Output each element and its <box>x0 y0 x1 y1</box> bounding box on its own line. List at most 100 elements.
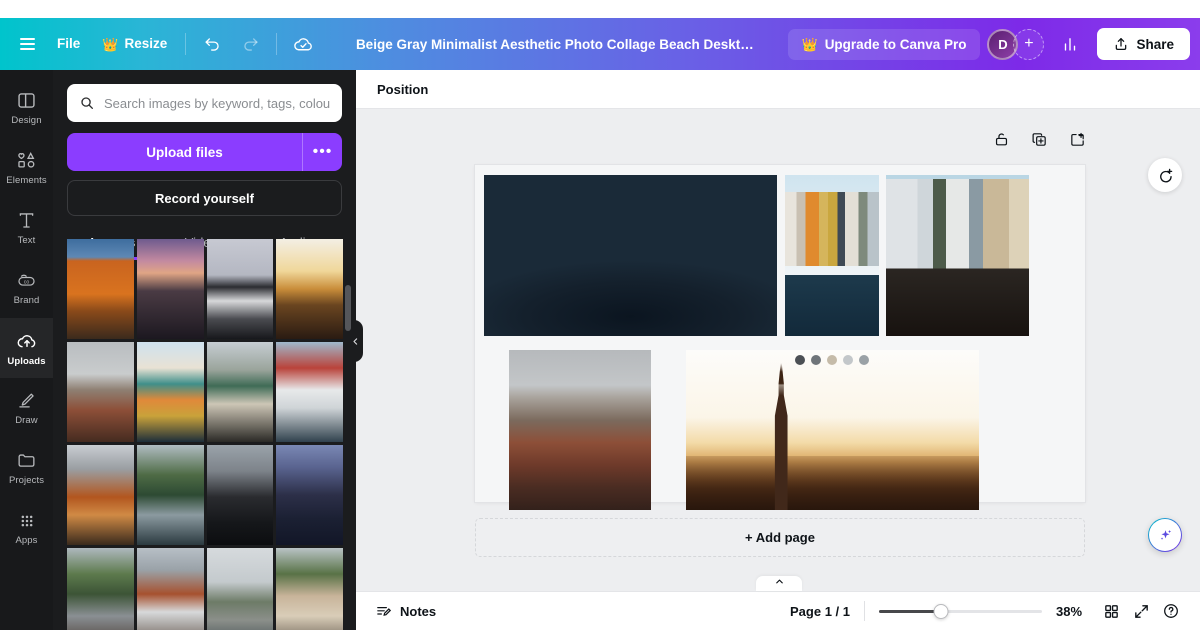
undo-button[interactable] <box>195 27 229 61</box>
notes-button[interactable]: Notes <box>375 603 436 620</box>
upload-thumbnail-cafe-pastry-window[interactable] <box>67 445 134 545</box>
upload-thumbnail-green-spire-lamp-post[interactable] <box>206 342 274 442</box>
lock-icon[interactable] <box>990 128 1012 150</box>
collage-photo-christianshavn-canal[interactable] <box>785 175 879 336</box>
record-yourself-button[interactable]: Record yourself <box>67 180 342 216</box>
upload-thumbnail-dark-canal-houses[interactable] <box>206 445 274 545</box>
sidebar-item-label: Brand <box>13 295 40 306</box>
add-page-button[interactable]: + Add page <box>475 518 1085 557</box>
elements-shapes-icon <box>16 150 37 171</box>
redo-button[interactable] <box>233 27 267 61</box>
thumbnail-image <box>136 239 204 339</box>
share-button[interactable]: Share <box>1097 28 1190 60</box>
search-box[interactable] <box>67 84 342 122</box>
zoom-level-value[interactable]: 38% <box>1042 604 1096 619</box>
grid-view-icon <box>1104 604 1118 618</box>
apps-grid-icon <box>17 511 37 531</box>
upload-row: Upload files ••• <box>67 133 342 171</box>
canva-editor-window: File 👑 Resize Beige Gray Minimalist Aest… <box>0 0 1200 630</box>
file-menu-button[interactable]: File <box>46 30 91 58</box>
upload-thumbnail-orange-house-street[interactable] <box>67 239 134 339</box>
upload-thumbnail-grey-rooftop-panorama[interactable] <box>67 342 134 442</box>
sidebar-item-apps[interactable]: Apps <box>0 498 53 558</box>
palette-swatch-1 <box>795 355 805 365</box>
upload-thumbnail-golden-sunset-skyline[interactable] <box>276 239 343 339</box>
thumbnail-image <box>136 342 204 442</box>
sidebar-item-label: Apps <box>15 534 38 546</box>
sidebar-item-brand[interactable]: co Brand <box>0 258 53 318</box>
svg-text:co: co <box>24 279 30 285</box>
thumbnail-image <box>276 342 343 442</box>
add-page-icon[interactable] <box>1066 128 1088 150</box>
thumbnail-image <box>67 548 134 630</box>
fullscreen-button[interactable] <box>1126 596 1156 626</box>
resize-button[interactable]: 👑 Resize <box>91 30 178 58</box>
undo-arrow-icon <box>205 37 219 51</box>
bottom-status-bar: Notes Page 1 / 1 38% <box>356 591 1200 630</box>
toolbar-right-group: 👑 Upgrade to Canva Pro D + Share <box>787 27 1200 61</box>
upload-thumbnail-canal-boat-trees[interactable] <box>136 445 204 545</box>
upload-thumbnail-blue-hour-canal-reflect[interactable] <box>276 445 343 545</box>
share-upload-icon <box>1116 38 1127 50</box>
hamburger-menu-button[interactable] <box>10 27 44 61</box>
sidebar-item-projects[interactable]: Projects <box>0 438 53 498</box>
position-button[interactable]: Position <box>377 82 428 97</box>
sidebar-item-design[interactable]: Design <box>0 78 53 138</box>
collage-photo-sunset-church-spire[interactable] <box>686 350 979 510</box>
sidebar-item-uploads[interactable]: Uploads <box>0 318 53 378</box>
ellipsis-icon: ••• <box>312 143 333 160</box>
sidebar-item-elements[interactable]: Elements <box>0 138 53 198</box>
collaborators: D + <box>987 28 1045 60</box>
sidebar-item-draw[interactable]: Draw <box>0 378 53 438</box>
thumbnail-image <box>206 342 274 442</box>
upload-thumbnail-spire-grey-building[interactable] <box>206 239 274 339</box>
collage-photo-copenhagen-street[interactable] <box>886 175 1029 336</box>
hamburger-icon <box>19 38 35 50</box>
upload-thumbnail-harbour-white-boat[interactable] <box>276 342 343 442</box>
zoom-slider[interactable] <box>879 601 1042 621</box>
brand-co-icon: co <box>16 270 37 291</box>
insights-button[interactable] <box>1053 27 1087 61</box>
duplicate-icon[interactable] <box>1028 128 1050 150</box>
upload-options-button[interactable]: ••• <box>302 133 342 171</box>
crown-icon: 👑 <box>801 36 818 52</box>
upload-files-button[interactable]: Upload files <box>67 133 302 171</box>
zoom-slider-handle[interactable] <box>933 603 949 619</box>
search-section <box>53 70 356 122</box>
pen-draw-icon <box>16 390 37 411</box>
magic-assistant-button[interactable] <box>1148 518 1182 552</box>
bottom-divider <box>864 601 865 621</box>
design-title[interactable]: Beige Gray Minimalist Aesthetic Photo Co… <box>322 37 787 52</box>
help-button[interactable] <box>1156 596 1186 626</box>
collapse-timeline-button[interactable] <box>756 576 802 591</box>
upload-thumbnail-bridge-bicycles[interactable] <box>206 548 274 630</box>
panel-scrollbar[interactable] <box>345 285 351 331</box>
upgrade-label: Upgrade to Canva Pro <box>824 36 967 52</box>
left-rail: Design Elements Text co Brand Uploads Dr… <box>0 70 53 630</box>
upgrade-to-pro-button[interactable]: 👑 Upgrade to Canva Pro <box>787 28 981 60</box>
collage-photo-rooftop-panorama[interactable] <box>509 350 651 510</box>
chevron-up-icon <box>775 579 783 584</box>
palette-swatch-2 <box>811 355 821 365</box>
search-icon <box>81 97 93 109</box>
comment-add-button[interactable] <box>1148 158 1182 192</box>
design-page-canvas[interactable] <box>475 165 1085 510</box>
upload-thumbnail-colourful-canal-houses[interactable] <box>136 342 204 442</box>
sidebar-item-label: Draw <box>15 415 38 426</box>
file-menu-label: File <box>57 36 81 52</box>
cloud-save-status-button[interactable] <box>286 27 320 61</box>
upload-thumbnail-brick-gabled-houses[interactable] <box>136 548 204 630</box>
search-input[interactable] <box>104 95 330 111</box>
sidebar-item-label: Design <box>11 115 42 126</box>
comment-add-icon <box>1159 168 1172 182</box>
upload-thumbnail-nyhavn-dusk-pink-sky[interactable] <box>136 239 204 339</box>
upload-thumbnail-tree-lined-canal[interactable] <box>67 548 134 630</box>
upload-thumbnail-woman-back-canal[interactable] <box>276 548 343 630</box>
collage-photo-nyhavn-harbour[interactable] <box>484 175 777 336</box>
grid-view-button[interactable] <box>1096 596 1126 626</box>
add-collaborator-button[interactable]: + <box>1013 28 1045 60</box>
palette-swatch-3 <box>827 355 837 365</box>
page-indicator[interactable]: Page 1 / 1 <box>790 604 864 619</box>
uploads-thumbnail-grid <box>67 239 343 630</box>
sidebar-item-text[interactable]: Text <box>0 198 53 258</box>
